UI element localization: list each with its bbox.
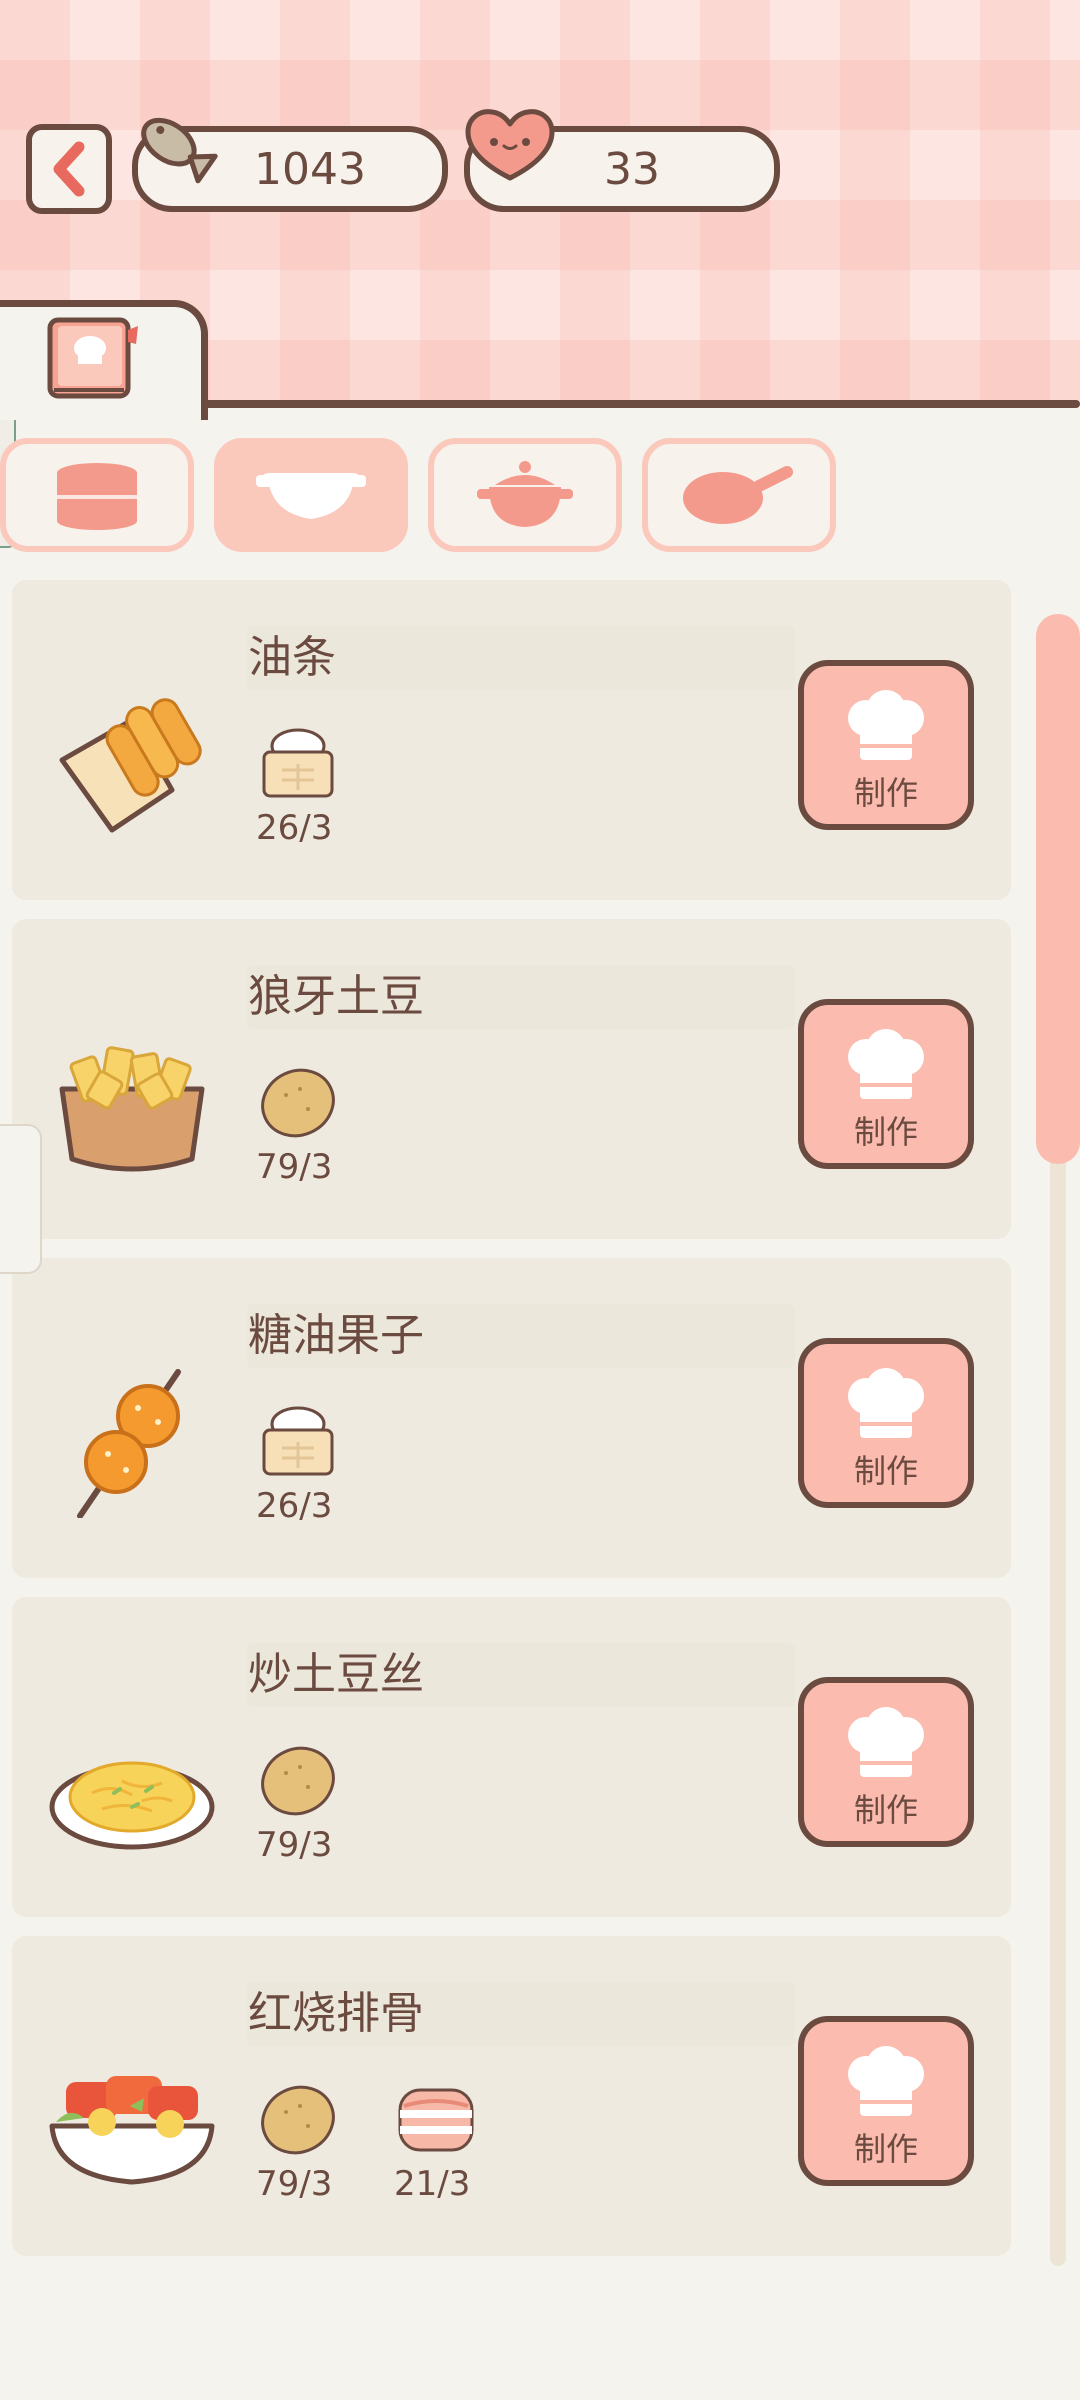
tab-steamer[interactable] [0, 438, 194, 552]
recipe-card: 红烧排骨 79/3 21/3 制作 [12, 1936, 1011, 2256]
ingredient-count: 79/3 [256, 1147, 333, 1187]
potato-icon [261, 2085, 335, 2155]
pot-icon [477, 461, 573, 527]
potato-icon [261, 1746, 335, 1816]
chef-hat-icon [848, 1029, 924, 1099]
sugar-fritter-skewer-icon [77, 1369, 181, 1518]
ingredient-count: 79/3 [256, 2164, 333, 2204]
youtiao-icon [59, 698, 202, 833]
make-button-label: 制作 [853, 1452, 918, 1490]
make-button-label: 制作 [853, 2130, 918, 2168]
tab-pot[interactable] [428, 438, 622, 552]
ingredient-count: 79/3 [256, 1825, 333, 1865]
scrollbar-thumb[interactable] [1036, 614, 1080, 1164]
ingredient-count: 21/3 [394, 2164, 471, 2204]
ingredient: 21/3 [386, 2076, 486, 2204]
recipe-name: 红烧排骨 [248, 1988, 424, 2039]
side-drawer-handle[interactable] [0, 1124, 42, 1274]
make-button[interactable]: 制作 [798, 2016, 974, 2186]
heart-count: 33 [604, 143, 660, 195]
potato-wedges-icon [59, 1046, 205, 1172]
chef-hat-icon [848, 690, 924, 760]
ingredient: 79/3 [248, 1737, 348, 1865]
make-button-label: 制作 [853, 1113, 918, 1151]
braised-ribs-bowl-icon [49, 2076, 215, 2185]
chef-hat-icon [848, 2046, 924, 2116]
make-button[interactable]: 制作 [798, 1677, 974, 1847]
recipe-name: 狼牙土豆 [248, 971, 424, 1022]
tab-pan[interactable] [642, 438, 836, 552]
back-button[interactable] [26, 124, 112, 214]
flour-icon [262, 1406, 334, 1476]
recipe-name: 油条 [248, 632, 336, 683]
make-button-label: 制作 [853, 1791, 918, 1829]
ingredient: 79/3 [248, 1059, 348, 1187]
make-button[interactable]: 制作 [798, 1338, 974, 1508]
bowl-icon [256, 473, 366, 519]
recipe-name: 炒土豆丝 [248, 1649, 424, 1700]
make-button[interactable]: 制作 [798, 999, 974, 1169]
recipe-card: 糖油果子 26/3 制作 [12, 1258, 1011, 1578]
ingredient: 26/3 [248, 720, 348, 848]
ingredient: 79/3 [248, 2076, 348, 2204]
pork-icon [398, 2088, 474, 2152]
flour-icon [262, 728, 334, 798]
ingredient: 26/3 [248, 1398, 348, 1526]
ingredient-count: 26/3 [256, 1486, 333, 1526]
recipe-card: 油条 26/3 制作 [12, 580, 1011, 900]
potato-icon [261, 1068, 335, 1138]
shredded-potato-plate-icon [49, 1761, 215, 1850]
chevron-left-icon [53, 141, 85, 197]
chef-hat-icon [848, 1707, 924, 1777]
panel-top-border [200, 400, 1080, 408]
fish-count: 1043 [254, 143, 366, 195]
recipe-card: 狼牙土豆 79/3 制作 [12, 919, 1011, 1239]
steamer-icon [57, 463, 137, 530]
pan-icon [683, 466, 793, 524]
recipe-book-icon [47, 317, 138, 399]
make-button[interactable]: 制作 [798, 660, 974, 830]
tab-bowl[interactable] [214, 438, 408, 552]
heart-icon [465, 109, 555, 181]
recipe-card: 炒土豆丝 79/3 制作 [12, 1597, 1011, 1917]
recipe-name: 糖油果子 [248, 1310, 424, 1361]
fish-icon [141, 117, 218, 184]
ingredient-count: 26/3 [256, 808, 333, 848]
make-button-label: 制作 [853, 774, 918, 812]
chef-hat-icon [848, 1368, 924, 1438]
